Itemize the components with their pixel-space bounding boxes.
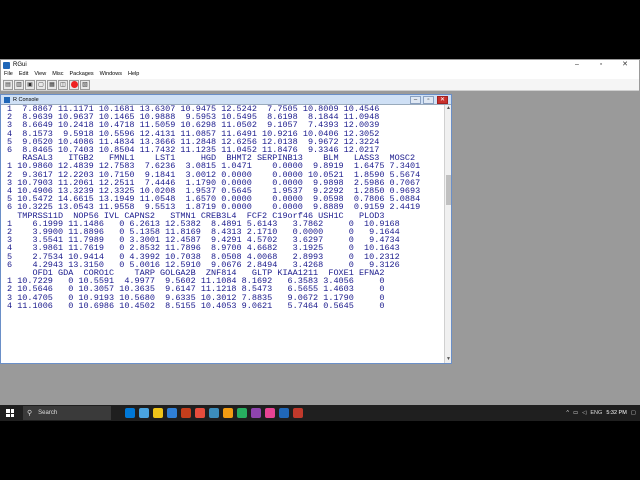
console-maximize-button[interactable]: ▫ xyxy=(423,96,434,104)
desktop-screen: RGui – ▫ ✕ File Edit View Misc Packages … xyxy=(0,0,640,480)
copy-paste-icon[interactable]: ◫ xyxy=(58,79,68,90)
toolbar: ▤ ▥ ▣ ▢ ▦ ◫ ▧ xyxy=(1,79,639,91)
console-output[interactable]: 1 7.8867 11.1171 10.1681 13.6307 10.9475… xyxy=(1,105,445,363)
recorder-icon[interactable] xyxy=(293,408,303,418)
notification-icon[interactable]: ▢ xyxy=(631,410,636,416)
app-icon-blue[interactable] xyxy=(209,408,219,418)
clock[interactable]: 5:32 PM xyxy=(606,410,626,416)
windows-taskbar: ⚲ Search ^ ▭ ◁ ENG 5:32 PM ▢ xyxy=(0,405,640,421)
close-button[interactable]: ✕ xyxy=(613,60,637,70)
system-tray: ^ ▭ ◁ ENG 5:32 PM ▢ xyxy=(566,405,640,421)
scroll-down-icon[interactable]: ▼ xyxy=(445,356,452,363)
console-icon xyxy=(4,96,10,103)
menu-view[interactable]: View xyxy=(31,70,49,79)
scroll-up-icon[interactable]: ▲ xyxy=(445,105,452,112)
menu-help[interactable]: Help xyxy=(125,70,142,79)
rgui-title: RGui xyxy=(13,62,27,68)
menu-bar: File Edit View Misc Packages Windows Hel… xyxy=(1,70,639,79)
task-view-icon[interactable] xyxy=(125,408,135,418)
tray-chevron-icon[interactable]: ^ xyxy=(566,410,569,416)
paste-icon[interactable]: ▦ xyxy=(47,79,57,90)
volume-icon[interactable]: ◁ xyxy=(582,410,586,416)
app-icon-green[interactable] xyxy=(237,408,247,418)
open-script-icon[interactable]: ▤ xyxy=(3,79,13,90)
store-icon[interactable] xyxy=(167,408,177,418)
print-icon[interactable]: ▧ xyxy=(80,79,90,90)
menu-windows[interactable]: Windows xyxy=(97,70,125,79)
copy-icon[interactable]: ▢ xyxy=(36,79,46,90)
menu-misc[interactable]: Misc xyxy=(49,70,66,79)
menu-file[interactable]: File xyxy=(1,70,16,79)
r-taskbar-icon[interactable] xyxy=(279,408,289,418)
start-button[interactable] xyxy=(0,405,20,421)
scroll-thumb[interactable] xyxy=(446,175,451,205)
network-icon[interactable]: ▭ xyxy=(573,410,578,416)
console-text: 1 7.8867 11.1171 10.1681 13.6307 10.9475… xyxy=(1,105,445,310)
maximize-button[interactable]: ▫ xyxy=(589,60,613,70)
search-icon: ⚲ xyxy=(27,410,33,417)
minimize-button[interactable]: – xyxy=(565,60,589,70)
console-minimize-button[interactable]: – xyxy=(410,96,421,104)
menu-edit[interactable]: Edit xyxy=(16,70,31,79)
search-placeholder: Search xyxy=(38,410,58,416)
taskbar-search[interactable]: ⚲ Search xyxy=(23,406,111,420)
load-workspace-icon[interactable]: ▥ xyxy=(14,79,24,90)
windows-logo-icon xyxy=(6,409,14,417)
app-icon-purple[interactable] xyxy=(251,408,261,418)
console-scrollbar[interactable]: ▲ ▼ xyxy=(444,105,451,363)
console-title: R Console xyxy=(13,96,39,103)
file-explorer-icon[interactable] xyxy=(153,408,163,418)
r-app-icon xyxy=(3,61,10,69)
office-icon[interactable] xyxy=(181,408,191,418)
edge-icon[interactable] xyxy=(139,408,149,418)
r-console-window: R Console – ▫ ✕ 1 7.8867 11.1171 10.1681… xyxy=(0,94,452,364)
save-workspace-icon[interactable]: ▣ xyxy=(25,79,35,90)
console-line: 4 11.1006 0 10.6986 10.4502 8.5155 10.40… xyxy=(7,300,385,311)
console-close-button[interactable]: ✕ xyxy=(437,96,448,104)
stop-icon[interactable] xyxy=(69,79,79,90)
language-indicator[interactable]: ENG xyxy=(590,410,602,416)
app-icon-pink[interactable] xyxy=(265,408,275,418)
menu-packages[interactable]: Packages xyxy=(67,70,97,79)
app-icon-red[interactable] xyxy=(195,408,205,418)
app-icon-orange[interactable] xyxy=(223,408,233,418)
console-titlebar[interactable]: R Console – ▫ ✕ xyxy=(1,95,451,105)
rgui-titlebar[interactable]: RGui – ▫ ✕ xyxy=(1,60,639,70)
